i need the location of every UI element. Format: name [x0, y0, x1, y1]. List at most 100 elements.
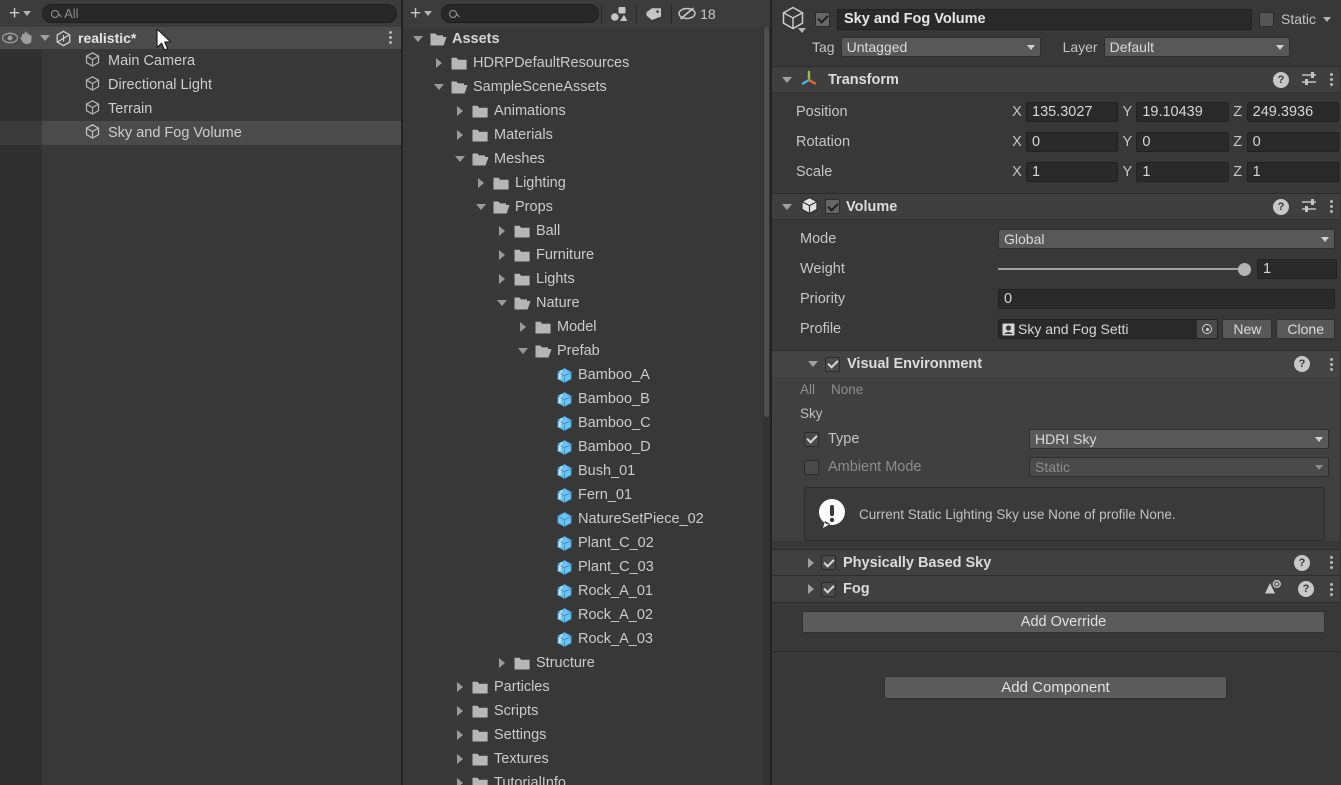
disclosure-triangle-icon[interactable] — [808, 557, 814, 568]
project-folder-row[interactable]: Meshes — [403, 147, 770, 171]
project-folder-row[interactable]: Model — [403, 315, 770, 339]
fog-header[interactable]: Fog ? — [772, 576, 1339, 603]
volume-priority-input[interactable]: 0 — [998, 289, 1335, 309]
project-folder-row[interactable]: Lights — [403, 267, 770, 291]
hierarchy-item-directional-light[interactable]: Directional Light — [0, 73, 401, 97]
sky-type-override-checkbox[interactable] — [804, 431, 819, 447]
kebab-menu-icon[interactable] — [1330, 200, 1333, 213]
ambient-mode-override-checkbox[interactable] — [804, 459, 819, 475]
sky-type-dropdown[interactable]: HDRI Sky — [1029, 429, 1329, 449]
eye-icon[interactable] — [2, 32, 18, 44]
disclosure-triangle-icon[interactable] — [453, 754, 467, 764]
scale-z-input[interactable]: 1 — [1246, 162, 1339, 182]
volume-profile-objectfield[interactable]: Sky and Fog Setti — [998, 319, 1219, 339]
volume-profile-clone-button[interactable]: Clone — [1276, 319, 1335, 339]
kebab-menu-icon[interactable] — [1330, 556, 1333, 569]
slider-handle[interactable] — [1238, 262, 1251, 276]
project-folder-row[interactable]: Settings — [403, 723, 770, 747]
help-icon[interactable]: ? — [1294, 356, 1310, 372]
project-folder-row[interactable]: Furniture — [403, 243, 770, 267]
kebab-menu-icon[interactable] — [1330, 582, 1333, 596]
hierarchy-search-input[interactable]: All — [42, 4, 397, 23]
hierarchy-item-main-camera[interactable]: Main Camera — [0, 49, 401, 73]
toggle-none-link[interactable]: None — [831, 382, 863, 397]
project-folder-row[interactable]: Structure — [403, 651, 770, 675]
project-asset-row[interactable]: Bush_01 — [403, 459, 770, 483]
toggle-all-link[interactable]: All — [800, 382, 815, 397]
project-folder-row[interactable]: HDRPDefaultResources — [403, 51, 770, 75]
disclosure-triangle-icon[interactable] — [516, 322, 530, 332]
gameobject-enabled-checkbox[interactable] — [815, 11, 830, 27]
hierarchy-item-terrain[interactable]: Terrain — [0, 97, 401, 121]
disclosure-triangle-icon[interactable] — [474, 204, 488, 210]
scale-x-input[interactable]: 1 — [1026, 162, 1119, 182]
disclosure-triangle-icon[interactable] — [782, 203, 792, 210]
disclosure-triangle-icon[interactable] — [453, 730, 467, 740]
help-icon[interactable]: ? — [1273, 71, 1289, 88]
disclosure-triangle-icon[interactable] — [808, 584, 814, 594]
disclosure-triangle-icon[interactable] — [495, 300, 509, 306]
project-asset-row[interactable]: Rock_A_02 — [403, 603, 770, 627]
project-folder-row[interactable]: Nature — [403, 291, 770, 315]
project-add-button[interactable]: + — [405, 4, 437, 24]
disclosure-triangle-icon[interactable] — [453, 130, 467, 140]
gameobject-icon[interactable] — [778, 5, 808, 33]
visual-environment-checkbox[interactable] — [825, 356, 840, 372]
rotation-x-input[interactable]: 0 — [1026, 132, 1119, 152]
kebab-menu-icon[interactable] — [1330, 73, 1333, 86]
gameobject-name-input[interactable]: Sky and Fog Volume — [837, 8, 1252, 30]
add-override-button[interactable]: Add Override — [802, 611, 1325, 633]
disclosure-triangle-icon[interactable] — [453, 106, 467, 116]
physically-based-sky-checkbox[interactable] — [821, 555, 836, 570]
volume-weight-slider[interactable] — [998, 259, 1251, 279]
help-icon[interactable]: ? — [1294, 554, 1310, 571]
hierarchy-item-sky-and-fog-volume[interactable]: Sky and Fog Volume — [0, 121, 401, 145]
help-icon[interactable]: ? — [1273, 198, 1289, 215]
project-asset-row[interactable]: NatureSetPiece_02 — [403, 507, 770, 531]
add-component-button[interactable]: Add Component — [884, 676, 1227, 699]
project-folder-row[interactable]: SampleSceneAssets — [403, 75, 770, 99]
transform-component-header[interactable]: Transform ? — [772, 66, 1339, 93]
hierarchy-add-button[interactable]: + — [4, 4, 36, 24]
help-icon[interactable]: ? — [1298, 581, 1314, 597]
project-folder-row[interactable]: Scripts — [403, 699, 770, 723]
rotation-z-input[interactable]: 0 — [1246, 132, 1339, 152]
project-folder-row[interactable]: TutorialInfo — [403, 771, 770, 785]
add-effect-icon[interactable] — [1263, 579, 1282, 599]
hand-icon[interactable] — [18, 31, 34, 45]
project-folder-row[interactable]: Ball — [403, 219, 770, 243]
tag-dropdown[interactable]: Untagged — [840, 37, 1041, 57]
disclosure-triangle-icon[interactable] — [40, 35, 50, 41]
preset-sliders-icon[interactable] — [1301, 198, 1318, 216]
project-scrollbar[interactable] — [763, 27, 770, 785]
volume-enabled-checkbox[interactable] — [825, 199, 840, 214]
position-y-input[interactable]: 19.10439 — [1136, 102, 1229, 122]
project-folder-row[interactable]: Materials — [403, 123, 770, 147]
project-folder-row[interactable]: Textures — [403, 747, 770, 771]
disclosure-triangle-icon[interactable] — [516, 348, 530, 354]
disclosure-triangle-icon[interactable] — [432, 58, 446, 68]
project-asset-row[interactable]: Bamboo_C — [403, 411, 770, 435]
hidden-assets-button[interactable]: 18 — [674, 3, 720, 25]
fog-checkbox[interactable] — [821, 581, 836, 597]
disclosure-triangle-icon[interactable] — [495, 658, 509, 668]
disclosure-triangle-icon[interactable] — [453, 778, 467, 785]
ambient-mode-dropdown[interactable]: Static — [1029, 457, 1329, 477]
project-folder-row[interactable]: Lighting — [403, 171, 770, 195]
project-asset-row[interactable]: Rock_A_01 — [403, 579, 770, 603]
disclosure-triangle-icon[interactable] — [495, 274, 509, 284]
project-asset-row[interactable]: Bamboo_D — [403, 435, 770, 459]
disclosure-triangle-icon[interactable] — [808, 361, 818, 367]
project-folder-row[interactable]: Animations — [403, 99, 770, 123]
position-z-input[interactable]: 249.3936 — [1246, 102, 1339, 122]
disclosure-triangle-icon[interactable] — [495, 250, 509, 260]
disclosure-triangle-icon[interactable] — [453, 682, 467, 692]
visual-environment-header[interactable]: Visual Environment ? — [772, 351, 1339, 377]
disclosure-triangle-icon[interactable] — [453, 706, 467, 716]
volume-mode-dropdown[interactable]: Global — [998, 229, 1335, 249]
rotation-y-input[interactable]: 0 — [1136, 132, 1229, 152]
disclosure-triangle-icon[interactable] — [453, 156, 467, 162]
project-folder-row[interactable]: Props — [403, 195, 770, 219]
static-dropdown-icon[interactable] — [1323, 16, 1331, 22]
scene-context-menu-icon[interactable] — [389, 31, 392, 44]
